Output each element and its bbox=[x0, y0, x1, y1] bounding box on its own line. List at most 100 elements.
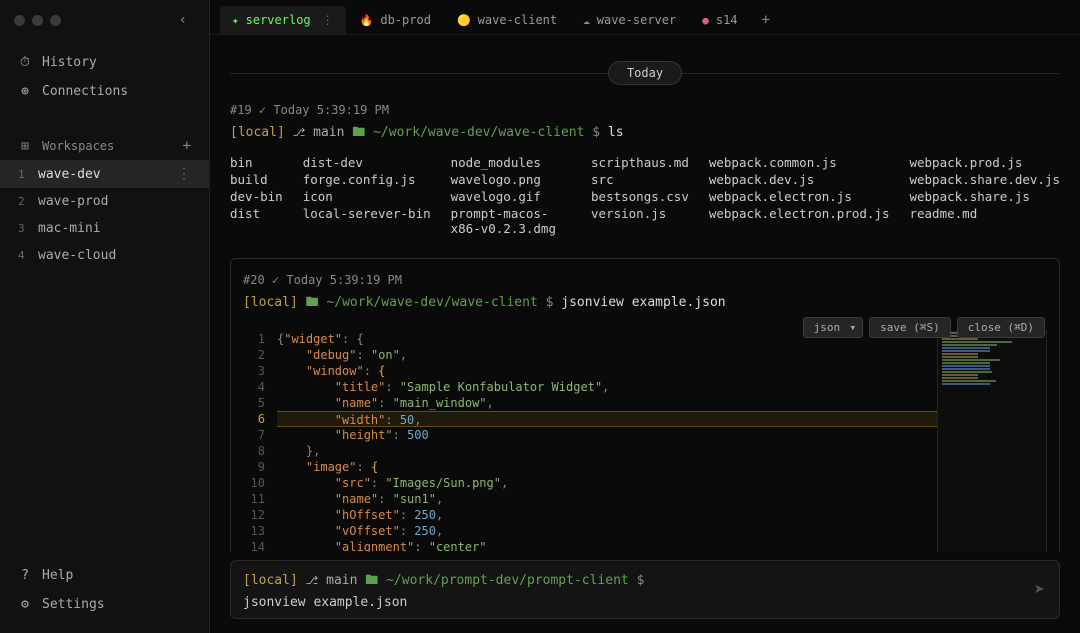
file-entry: webpack.dev.js bbox=[709, 172, 890, 187]
tab-icon: 🔥 bbox=[360, 14, 374, 27]
branch-icon bbox=[306, 573, 319, 588]
add-workspace-icon[interactable]: + bbox=[183, 138, 191, 154]
file-entry: bin bbox=[230, 155, 283, 170]
file-entry: node_modules bbox=[451, 155, 571, 170]
workspace-name: wave-cloud bbox=[38, 248, 116, 263]
tab-badge: ⋮ bbox=[322, 13, 334, 27]
tab-label: s14 bbox=[716, 13, 738, 27]
file-entry: local-serever-bin bbox=[303, 206, 431, 236]
workspace-list: 1 wave-dev ⋮ 2 wave-prod 3 mac-mini 4 wave-cloud bbox=[0, 160, 209, 269]
workspace-num: 3 bbox=[18, 222, 28, 235]
file-entry: webpack.common.js bbox=[709, 155, 890, 170]
command-block-20: #20 ✓ Today 5:39:19 PM [local] 🖿 ~/work/… bbox=[230, 258, 1060, 552]
workspace-item-mac-mini[interactable]: 3 mac-mini bbox=[0, 215, 209, 242]
tab-wave-client[interactable]: 🟡 wave-client bbox=[445, 6, 569, 34]
minimap[interactable] bbox=[937, 331, 1047, 552]
sidebar: ‹ ⏱ History ⊕ Connections ⊞ Workspaces +… bbox=[0, 0, 210, 633]
file-entry: dev-bin bbox=[230, 189, 283, 204]
ls-output: bin dist-dev node_modules scripthaus.md webp… bbox=[230, 153, 1060, 248]
workspace-name: wave-prod bbox=[38, 194, 108, 209]
day-label: Today bbox=[608, 61, 682, 85]
file-entry: version.js bbox=[591, 206, 689, 236]
collapse-sidebar-icon[interactable]: ‹ bbox=[179, 12, 195, 28]
content-scroll[interactable]: Today #19 ✓ Today 5:39:19 PM [local] mai… bbox=[210, 35, 1080, 552]
traffic-light-close[interactable] bbox=[14, 15, 25, 26]
connections-nav[interactable]: ⊕ Connections bbox=[0, 77, 209, 106]
file-entry: webpack.share.dev.js bbox=[909, 172, 1060, 187]
gear-icon: ⚙ bbox=[18, 598, 32, 612]
workspaces-header: ⊞ Workspaces + bbox=[0, 128, 209, 160]
tab-label: wave-server bbox=[597, 13, 676, 27]
file-entry: icon bbox=[303, 189, 431, 204]
workspace-num: 2 bbox=[18, 195, 28, 208]
branch-icon bbox=[293, 125, 306, 140]
save-button[interactable]: save (⌘S) bbox=[869, 317, 951, 338]
history-nav[interactable]: ⏱ History bbox=[0, 48, 209, 77]
day-separator: Today bbox=[230, 61, 1060, 85]
file-entry: forge.config.js bbox=[303, 172, 431, 187]
help-nav[interactable]: ? Help bbox=[0, 561, 209, 590]
tab-wave-server[interactable]: ☁ wave-server bbox=[571, 6, 688, 34]
tab-icon: 🟡 bbox=[457, 14, 471, 27]
main-area: ✦serverlog⋮ 🔥 db-prod 🟡 wave-client ☁ wave-ser… bbox=[210, 0, 1080, 633]
file-entry: src bbox=[591, 172, 689, 187]
window-controls: ‹ bbox=[0, 0, 209, 40]
traffic-light-minimize[interactable] bbox=[32, 15, 43, 26]
settings-label: Settings bbox=[42, 597, 105, 612]
file-entry: webpack.prod.js bbox=[909, 155, 1060, 170]
workspaces-label: Workspaces bbox=[42, 139, 114, 153]
file-entry: dist bbox=[230, 206, 283, 236]
command-input[interactable]: [local] main 🖿 ~/work/prompt-dev/prompt-… bbox=[230, 560, 1060, 619]
file-entry: wavelogo.gif bbox=[451, 189, 571, 204]
workspace-more-icon[interactable]: ⋮ bbox=[177, 166, 191, 182]
tab-label: db-prod bbox=[380, 13, 431, 27]
connections-label: Connections bbox=[42, 84, 128, 99]
cmd-meta: #19 ✓ Today 5:39:19 PM bbox=[230, 99, 1060, 121]
prompt-line: [local] main 🖿 ~/work/wave-dev/wave-clie… bbox=[230, 121, 1060, 153]
tab-label: wave-client bbox=[478, 13, 557, 27]
json-toolbar: json save (⌘S) close (⌘D) bbox=[803, 317, 1045, 338]
grid-icon: ⊞ bbox=[18, 139, 32, 153]
tab-db-prod[interactable]: 🔥 db-prod bbox=[348, 6, 443, 34]
tab-bar: ✦serverlog⋮ 🔥 db-prod 🟡 wave-client ☁ wave-ser… bbox=[210, 0, 1080, 35]
workspace-name: wave-dev bbox=[38, 167, 101, 182]
file-entry: webpack.share.js bbox=[909, 189, 1060, 204]
file-entry: webpack.electron.prod.js bbox=[709, 206, 890, 236]
settings-nav[interactable]: ⚙ Settings bbox=[0, 590, 209, 619]
file-entry: wavelogo.png bbox=[451, 172, 571, 187]
file-entry: bestsongs.csv bbox=[591, 189, 689, 204]
lang-select[interactable]: json bbox=[803, 317, 864, 338]
traffic-light-zoom[interactable] bbox=[50, 15, 61, 26]
workspace-num: 1 bbox=[18, 168, 28, 181]
workspace-name: mac-mini bbox=[38, 221, 101, 236]
file-entry: prompt-macos-x86-v0.2.3.dmg bbox=[451, 206, 571, 236]
input-text[interactable]: jsonview example.json bbox=[243, 595, 1047, 610]
workspace-num: 4 bbox=[18, 249, 28, 262]
check-icon: ✓ bbox=[272, 273, 279, 287]
tab-icon: ✦ bbox=[232, 14, 239, 27]
history-label: History bbox=[42, 55, 97, 70]
clock-icon: ⏱ bbox=[18, 56, 32, 70]
tab-serverlog[interactable]: ✦serverlog⋮ bbox=[220, 6, 346, 34]
workspace-item-wave-cloud[interactable]: 4 wave-cloud bbox=[0, 242, 209, 269]
workspace-item-wave-dev[interactable]: 1 wave-dev ⋮ bbox=[0, 160, 209, 188]
file-entry: build bbox=[230, 172, 283, 187]
help-icon: ? bbox=[18, 569, 32, 583]
file-entry: scripthaus.md bbox=[591, 155, 689, 170]
file-entry: dist-dev bbox=[303, 155, 431, 170]
code-editor[interactable]: 123456789101112131415161718 {"widget": {… bbox=[243, 331, 1047, 552]
add-tab-icon[interactable]: + bbox=[752, 6, 780, 34]
file-entry: webpack.electron.js bbox=[709, 189, 890, 204]
close-button[interactable]: close (⌘D) bbox=[957, 317, 1045, 338]
help-label: Help bbox=[42, 568, 73, 583]
tab-s14[interactable]: ● s14 bbox=[690, 6, 749, 34]
file-entry: readme.md bbox=[909, 206, 1060, 236]
send-icon[interactable]: ➤ bbox=[1034, 579, 1045, 600]
globe-icon: ⊕ bbox=[18, 85, 32, 99]
tab-icon: ● bbox=[702, 14, 709, 27]
command-block-19: #19 ✓ Today 5:39:19 PM [local] main 🖿 ~/… bbox=[230, 99, 1060, 248]
check-icon: ✓ bbox=[259, 103, 266, 117]
tab-icon: ☁ bbox=[583, 14, 590, 27]
workspace-item-wave-prod[interactable]: 2 wave-prod bbox=[0, 188, 209, 215]
cmd-meta: #20 ✓ Today 5:39:19 PM bbox=[243, 269, 1047, 291]
